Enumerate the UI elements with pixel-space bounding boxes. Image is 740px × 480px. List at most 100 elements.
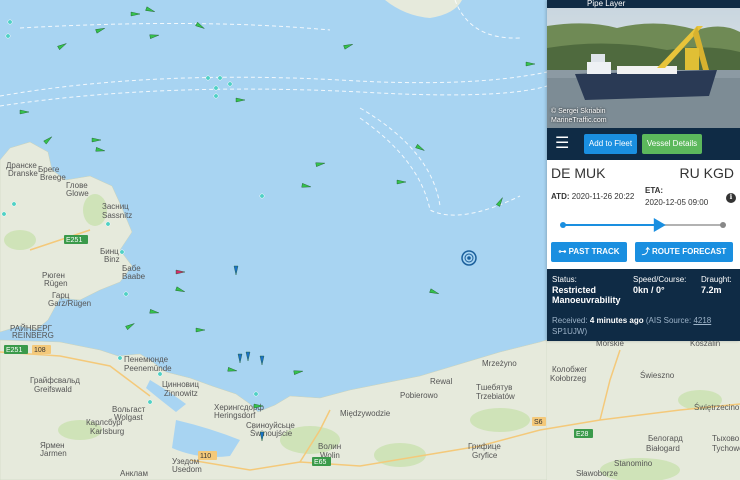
place-label-zinnowitz_en: Zinnowitz	[164, 389, 198, 398]
place-label-rewal: Rewal	[430, 377, 452, 386]
place-label-peenemunde: Пенемюнде	[124, 355, 169, 364]
place-label-karlsburg: Карлсбург	[86, 418, 124, 427]
buoy-marker[interactable]	[157, 371, 163, 377]
buoy-marker[interactable]	[217, 75, 223, 81]
svg-text:E251: E251	[66, 237, 82, 244]
atd-label: ATD:	[551, 192, 570, 201]
buoy-marker[interactable]	[117, 355, 123, 361]
buoy-marker[interactable]	[205, 75, 211, 81]
received-prefix: Received:	[552, 316, 588, 325]
vessel-info-panel: Pipe Layer © Sergei Skriabin MarineTraff…	[547, 0, 740, 341]
vessel-type-strip: Pipe Layer	[547, 0, 740, 8]
photo-credit-author: © Sergei Skriabin	[551, 108, 606, 115]
place-label-sassnitz: Засниц	[102, 202, 129, 211]
buoy-marker[interactable]	[7, 19, 13, 25]
past-track-icon: ⊶	[558, 247, 569, 256]
road-shield-r110: 110	[198, 451, 217, 460]
progress-arrow-icon	[653, 218, 666, 232]
ais-prefix: (AIS Source:	[645, 316, 692, 325]
voyage-section: DE MUK RU KGD ATD: 2020-11-26 20:22 ETA:…	[547, 160, 740, 269]
info-icon[interactable]: ℹ	[726, 193, 736, 203]
svg-text:108: 108	[34, 347, 46, 354]
place-label-kolobrzeg_en: Kołobrzeg	[550, 374, 586, 383]
received-value: 4 minutes ago	[589, 316, 644, 325]
place-label-gryfice_en: Gryfice	[472, 451, 498, 460]
draught-label: Draught:	[701, 275, 732, 284]
place-label-swinoujscie_en: Świnoujście	[250, 429, 293, 438]
place-label-usedom_en: Usedom	[172, 465, 202, 474]
buoy-marker[interactable]	[213, 85, 219, 91]
route-forecast-icon: ⤴	[641, 247, 652, 256]
place-label-greifswald_en: Greifswald	[34, 385, 72, 394]
place-label-kolobrzeg: Колобжег	[552, 365, 587, 374]
route-forecast-button[interactable]: ⤴ ROUTE FORECAST	[635, 242, 733, 262]
place-label-miedzywodzie: Międzywodzie	[340, 409, 391, 418]
menu-icon[interactable]: ☰	[555, 136, 569, 152]
buoy-marker[interactable]	[147, 399, 153, 405]
buoy-marker[interactable]	[123, 291, 129, 297]
buoy-marker[interactable]	[11, 201, 17, 207]
received-info: Received: 4 minutes ago (AIS Source: 421…	[552, 315, 737, 337]
draught-value: 7.2m	[701, 285, 722, 295]
place-label-heringsdorf_en: Heringsdorf	[214, 411, 256, 420]
past-track-button[interactable]: ⊶ PAST TRACK	[551, 242, 627, 262]
vessel-details-button[interactable]: Vessel Details	[642, 134, 702, 154]
photo-credit-site: MarineTraffic.com	[551, 117, 607, 124]
place-label-bialogard: Белогард	[648, 434, 683, 443]
buoy-marker[interactable]	[227, 81, 233, 87]
place-label-rugen_en: Rügen	[44, 279, 68, 288]
buoy-marker[interactable]	[253, 391, 259, 397]
buoy-marker[interactable]	[259, 193, 265, 199]
place-label-wolin: Волин	[318, 442, 341, 451]
progress-end-dot	[720, 222, 726, 228]
place-label-jarmen_en: Jarmen	[40, 449, 67, 458]
past-track-label: PAST TRACK	[568, 247, 620, 256]
add-to-fleet-button[interactable]: Add to Fleet	[584, 134, 637, 154]
status-block: Status: Restricted Manoeuvrability	[552, 275, 630, 305]
eta: ETA:	[645, 186, 663, 195]
place-label-slawoborze: Sławoborze	[576, 469, 618, 478]
place-label-bialogard_en: Białogard	[646, 444, 680, 453]
speed-value: 0kn / 0°	[633, 285, 665, 295]
departure-code: MUK	[574, 165, 606, 181]
progress-start-dot	[560, 222, 566, 228]
road-shield-e65: E65	[312, 457, 331, 466]
eta-label: ETA:	[645, 186, 664, 195]
ais-station: SP1UJW	[552, 327, 585, 336]
svg-text:E251: E251	[6, 347, 22, 354]
place-label-karlsburg_en: Karlsburg	[90, 427, 124, 436]
buoy-marker[interactable]	[119, 249, 125, 255]
svg-text:S6: S6	[534, 419, 543, 426]
buoy-marker[interactable]	[5, 33, 11, 39]
speed-block: Speed/Course: 0kn / 0°	[633, 275, 699, 295]
atd-value: 2020-11-26 20:22	[571, 192, 635, 201]
destination-country: RU	[679, 165, 700, 181]
status-value: Restricted Manoeuvrability	[552, 285, 621, 305]
buoy-marker[interactable]	[1, 211, 7, 217]
place-label-sassnitz_en: Sassnitz	[102, 211, 132, 220]
buoy-marker[interactable]	[105, 221, 111, 227]
place-label-swietrzecino: Świętrzecino	[694, 403, 740, 412]
status-label: Status:	[552, 275, 577, 284]
departure-port: DE MUK	[551, 165, 605, 181]
place-label-breege_en: Breege	[40, 173, 66, 182]
svg-text:E28: E28	[576, 431, 589, 438]
road-shield-e251a: E251	[64, 235, 88, 244]
place-label-binz_en: Binz	[104, 255, 120, 264]
place-label-tychowo_en: Tychowo	[712, 444, 740, 453]
vessel-photo[interactable]: © Sergei Skriabin MarineTraffic.com	[547, 8, 740, 128]
place-label-glowe_en: Glowe	[66, 189, 89, 198]
buoy-marker[interactable]	[213, 93, 219, 99]
eta-value: 2020-12-05 09:00	[645, 198, 709, 207]
svg-text:E65: E65	[314, 459, 327, 466]
place-label-dranske_en: Dranske	[8, 169, 38, 178]
place-label-gryfice: Грифице	[468, 442, 501, 451]
place-label-trzebiatow: Тшебятув	[476, 383, 512, 392]
atd: ATD: 2020-11-26 20:22	[551, 192, 634, 201]
place-label-zinnowitz: Цинновиц	[162, 380, 199, 389]
destination-code: KGD	[703, 165, 734, 181]
departure-country: DE	[551, 165, 571, 181]
place-label-pobierowo: Pobierowo	[400, 391, 438, 400]
road-shield-s6: S6	[532, 417, 546, 426]
ais-id-link[interactable]: 4218	[693, 316, 711, 325]
